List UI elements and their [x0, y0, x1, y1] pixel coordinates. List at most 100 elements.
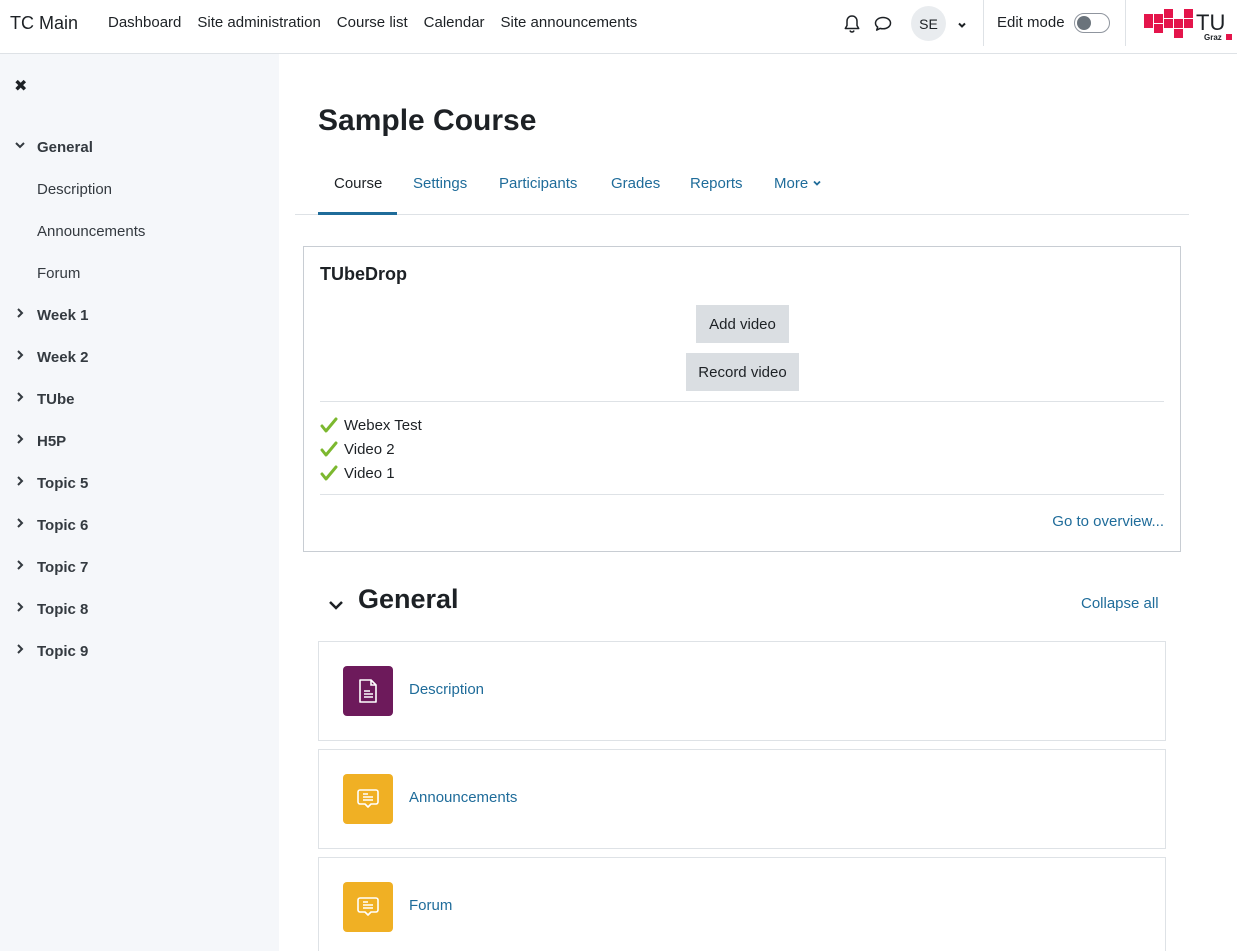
course-index: General Description Announcements Forum …	[0, 126, 279, 672]
drawer-item-label: Topic 5	[37, 474, 89, 492]
tu-graz-logo[interactable]: TU Graz	[1144, 6, 1234, 46]
tab-more[interactable]: More	[774, 175, 822, 192]
tab-grades[interactable]: Grades	[611, 175, 660, 192]
close-icon[interactable]: ✖	[14, 76, 27, 96]
toggle-knob	[1077, 16, 1091, 30]
video-list-item: Webex Test	[320, 413, 422, 437]
chevron-right-icon[interactable]	[14, 643, 26, 655]
video-name: Video 2	[344, 440, 395, 458]
section-title: General	[358, 584, 459, 614]
video-list: Webex Test Video 2 Video 1	[320, 413, 422, 485]
nav-site-administration[interactable]: Site administration	[197, 14, 320, 31]
chevron-down-icon	[813, 180, 821, 186]
page-icon	[343, 666, 393, 716]
drawer-item-label: Topic 8	[37, 600, 89, 618]
tab-course[interactable]: Course	[334, 175, 382, 192]
drawer-section-topic-7[interactable]: Topic 7	[0, 546, 279, 588]
drawer-item-label: Forum	[37, 264, 81, 282]
nav-calendar[interactable]: Calendar	[424, 14, 485, 31]
drawer-section-topic-6[interactable]: Topic 6	[0, 504, 279, 546]
record-video-button[interactable]: Record video	[686, 353, 799, 391]
bell-icon[interactable]	[841, 13, 863, 35]
main-content: Sample Course Course Settings Participan…	[279, 54, 1237, 951]
forum-icon	[343, 774, 393, 824]
activity-link[interactable]: Forum	[409, 897, 452, 914]
course-index-drawer: ✖ General Description Announcements Foru…	[0, 54, 279, 951]
drawer-section-week-1[interactable]: Week 1	[0, 294, 279, 336]
navbar-divider	[1125, 0, 1126, 46]
chevron-right-icon[interactable]	[14, 391, 26, 403]
navbar-divider	[983, 0, 984, 46]
logo-text: TU	[1196, 10, 1225, 35]
drawer-section-topic-8[interactable]: Topic 8	[0, 588, 279, 630]
video-name: Video 1	[344, 464, 395, 482]
tab-participants[interactable]: Participants	[499, 175, 577, 192]
check-icon	[320, 441, 338, 457]
drawer-item-label: Topic 7	[37, 558, 89, 576]
drawer-section-general[interactable]: General	[0, 126, 279, 168]
video-list-item: Video 2	[320, 437, 422, 461]
drawer-item-label: Topic 6	[37, 516, 89, 534]
drawer-item-label: TUbe	[37, 390, 75, 408]
chevron-right-icon[interactable]	[14, 433, 26, 445]
drawer-item-forum[interactable]: Forum	[0, 252, 279, 294]
top-navbar: TC Main Dashboard Site administration Co…	[0, 0, 1237, 54]
site-brand[interactable]: TC Main	[10, 13, 78, 34]
tab-settings[interactable]: Settings	[413, 175, 467, 192]
add-video-button[interactable]: Add video	[696, 305, 789, 343]
check-icon	[320, 417, 338, 433]
drawer-section-h5p[interactable]: H5P	[0, 420, 279, 462]
drawer-item-label: Week 2	[37, 348, 89, 366]
logo-subtext: Graz	[1204, 33, 1222, 42]
chevron-down-icon[interactable]	[327, 596, 345, 614]
nav-dashboard[interactable]: Dashboard	[108, 14, 181, 31]
drawer-item-label: Topic 9	[37, 642, 89, 660]
divider	[320, 494, 1164, 495]
tab-reports[interactable]: Reports	[690, 175, 743, 192]
forum-icon	[343, 882, 393, 932]
activity-link[interactable]: Description	[409, 681, 484, 698]
secondary-navigation: Course Settings Participants Grades Repo…	[295, 162, 1189, 215]
drawer-item-label: H5P	[37, 432, 67, 450]
check-icon	[320, 465, 338, 481]
nav-site-announcements[interactable]: Site announcements	[501, 14, 638, 31]
tab-more-label: More	[774, 175, 809, 192]
chat-bubble-icon[interactable]	[872, 13, 894, 35]
drawer-item-label: Announcements	[37, 222, 146, 240]
video-list-item: Video 1	[320, 461, 422, 485]
block-title: TUbeDrop	[320, 264, 407, 284]
drawer-section-topic-5[interactable]: Topic 5	[0, 462, 279, 504]
edit-mode-toggle[interactable]	[1074, 13, 1110, 33]
activity-link[interactable]: Announcements	[409, 789, 517, 806]
chevron-right-icon[interactable]	[14, 307, 26, 319]
active-tab-indicator	[318, 212, 397, 215]
user-avatar[interactable]: SE	[911, 6, 946, 41]
page-title: Sample Course	[318, 104, 537, 137]
edit-mode-label: Edit mode	[997, 14, 1065, 31]
activity-description: Description	[318, 641, 1166, 741]
chevron-right-icon[interactable]	[14, 349, 26, 361]
divider	[320, 401, 1164, 402]
chevron-right-icon[interactable]	[14, 475, 26, 487]
activity-announcements: Announcements	[318, 749, 1166, 849]
user-initials: SE	[919, 15, 938, 32]
drawer-item-label: Week 1	[37, 306, 89, 324]
drawer-section-topic-9[interactable]: Topic 9	[0, 630, 279, 672]
video-name: Webex Test	[344, 416, 422, 434]
nav-course-list[interactable]: Course list	[337, 14, 408, 31]
primary-navigation: Dashboard Site administration Course lis…	[108, 14, 653, 31]
collapse-all-link[interactable]: Collapse all	[1081, 595, 1159, 612]
go-to-overview-link[interactable]: Go to overview...	[1052, 513, 1164, 530]
activity-forum: Forum	[318, 857, 1166, 951]
chevron-down-icon[interactable]	[951, 14, 973, 36]
tubedrop-block: TUbeDrop Add video Record video Webex Te…	[303, 246, 1181, 552]
chevron-right-icon[interactable]	[14, 517, 26, 529]
drawer-item-announcements[interactable]: Announcements	[0, 210, 279, 252]
drawer-item-label: Description	[37, 180, 113, 198]
chevron-right-icon[interactable]	[14, 559, 26, 571]
chevron-down-icon[interactable]	[14, 139, 26, 151]
drawer-section-tube[interactable]: TUbe	[0, 378, 279, 420]
drawer-item-description[interactable]: Description	[0, 168, 279, 210]
chevron-right-icon[interactable]	[14, 601, 26, 613]
drawer-section-week-2[interactable]: Week 2	[0, 336, 279, 378]
